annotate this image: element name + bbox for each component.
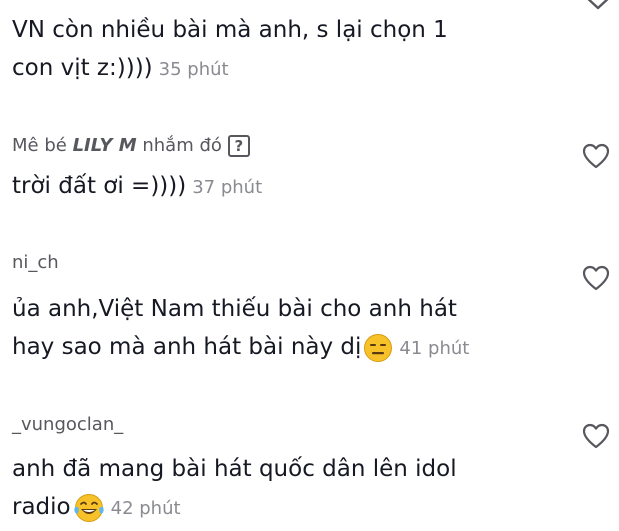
chevron-down-icon[interactable] [583, 0, 613, 16]
comment-text-line: VN còn nhiều bài mà anh, s lại chọn 1 [12, 17, 448, 43]
comment-text: hay sao mà anh hát bài này dị 41 phút [12, 328, 469, 368]
comment-text: VN còn nhiều bài mà anh, s lại chọn 1 [12, 11, 448, 49]
username-part: nhắm đó [142, 135, 222, 156]
comment-time: 42 phút [110, 498, 181, 519]
comment-text-line: ủa anh,Việt Nam thiếu bài cho anh hát [12, 296, 457, 322]
comment-text: anh đã mang bài hát quốc dân lên idol [12, 450, 457, 488]
expressionless-face-icon [364, 333, 393, 362]
comment-body: anh đã mang bài hát quốc dân lên idol ra… [12, 450, 457, 528]
comment-item: _vungoclan_ [12, 414, 123, 436]
comment-text-line: radio [12, 494, 71, 520]
comment-body: trời đất ơi =)))) 37 phút [12, 167, 262, 207]
heart-icon[interactable] [582, 265, 610, 291]
comment-time: 41 phút [399, 338, 470, 359]
tears-of-joy-face-icon [73, 493, 104, 522]
question-mark-icon: ? [227, 135, 250, 157]
heart-icon[interactable] [582, 423, 610, 449]
comment-item: VN còn nhiều bài mà anh, s lại chọn 1 co… [12, 11, 448, 89]
username-bold-part: LILY M [72, 135, 137, 156]
comment-item: ni_ch [12, 252, 59, 274]
comment-text-line: hay sao mà anh hát bài này dị [12, 334, 362, 360]
comment-text: con vịt z:)))) 35 phút [12, 49, 448, 89]
comment-body: ủa anh,Việt Nam thiếu bài cho anh hát ha… [12, 290, 469, 368]
comment-time: 35 phút [158, 59, 229, 80]
comment-username[interactable]: _vungoclan_ [12, 414, 123, 436]
comment-time: 37 phút [192, 177, 263, 198]
comment-text-line: con vịt z:)))) [12, 55, 153, 81]
comment-text: trời đất ơi =)))) 37 phút [12, 167, 262, 207]
username-part: Mê bé [12, 135, 67, 156]
comment-username[interactable]: ni_ch [12, 252, 59, 274]
comment-username[interactable]: Mê bé LILY M nhắm đó? [12, 135, 250, 157]
comment-text-line: trời đất ơi =)))) [12, 173, 187, 199]
heart-icon[interactable] [582, 143, 610, 169]
comment-item: Mê bé LILY M nhắm đó? [12, 135, 250, 157]
comment-text: radio 42 phút [12, 488, 457, 528]
comment-text: ủa anh,Việt Nam thiếu bài cho anh hát [12, 290, 469, 328]
comment-text-line: anh đã mang bài hát quốc dân lên idol [12, 456, 457, 482]
